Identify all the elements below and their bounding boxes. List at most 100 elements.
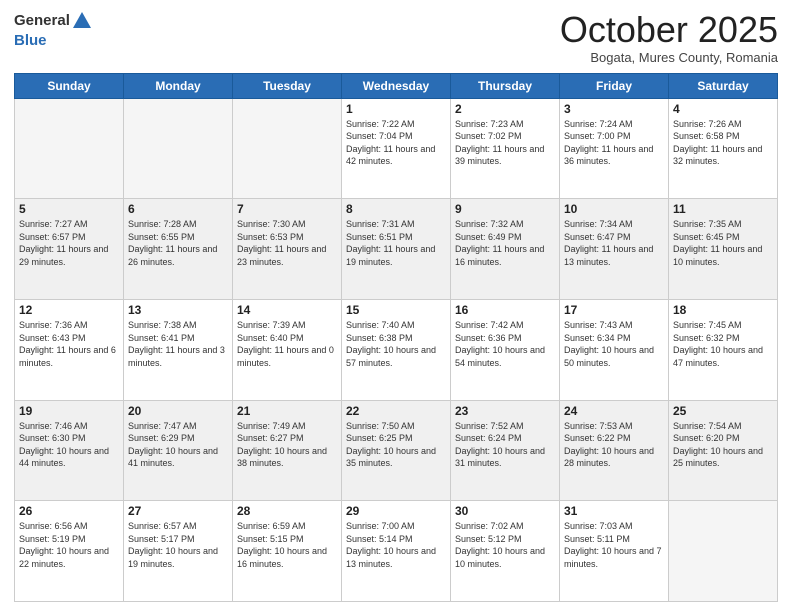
day-number: 10 (564, 202, 664, 216)
day-info: Sunrise: 7:46 AMSunset: 6:30 PMDaylight:… (19, 420, 119, 470)
day-number: 12 (19, 303, 119, 317)
calendar-cell: 28 Sunrise: 6:59 AMSunset: 5:15 PMDayligh… (233, 501, 342, 602)
day-info: Sunrise: 7:00 AMSunset: 5:14 PMDaylight:… (346, 520, 446, 570)
day-number: 21 (237, 404, 337, 418)
calendar-cell: 30 Sunrise: 7:02 AMSunset: 5:12 PMDayligh… (451, 501, 560, 602)
calendar-week-row: 26 Sunrise: 6:56 AMSunset: 5:19 PMDayligh… (15, 501, 778, 602)
calendar-cell: 29 Sunrise: 7:00 AMSunset: 5:14 PMDayligh… (342, 501, 451, 602)
month-title: October 2025 (560, 10, 778, 50)
day-number: 25 (673, 404, 773, 418)
header: General Blue October 2025 Bogata, Mures … (14, 10, 778, 65)
day-info: Sunrise: 7:31 AMSunset: 6:51 PMDaylight:… (346, 218, 446, 268)
weekday-header-row: SundayMondayTuesdayWednesdayThursdayFrid… (15, 73, 778, 98)
weekday-header: Saturday (669, 73, 778, 98)
day-info: Sunrise: 7:36 AMSunset: 6:43 PMDaylight:… (19, 319, 119, 369)
day-info: Sunrise: 7:50 AMSunset: 6:25 PMDaylight:… (346, 420, 446, 470)
day-number: 11 (673, 202, 773, 216)
day-number: 5 (19, 202, 119, 216)
day-number: 8 (346, 202, 446, 216)
day-info: Sunrise: 7:35 AMSunset: 6:45 PMDaylight:… (673, 218, 773, 268)
day-info: Sunrise: 7:02 AMSunset: 5:12 PMDaylight:… (455, 520, 555, 570)
weekday-header: Friday (560, 73, 669, 98)
weekday-header: Tuesday (233, 73, 342, 98)
calendar-week-row: 1 Sunrise: 7:22 AMSunset: 7:04 PMDaylight… (15, 98, 778, 199)
day-info: Sunrise: 7:03 AMSunset: 5:11 PMDaylight:… (564, 520, 664, 570)
day-number: 30 (455, 504, 555, 518)
calendar-cell: 25 Sunrise: 7:54 AMSunset: 6:20 PMDayligh… (669, 400, 778, 501)
day-info: Sunrise: 7:28 AMSunset: 6:55 PMDaylight:… (128, 218, 228, 268)
title-block: October 2025 Bogata, Mures County, Roman… (560, 10, 778, 65)
day-number: 16 (455, 303, 555, 317)
day-info: Sunrise: 7:30 AMSunset: 6:53 PMDaylight:… (237, 218, 337, 268)
day-number: 17 (564, 303, 664, 317)
calendar-cell: 8 Sunrise: 7:31 AMSunset: 6:51 PMDaylight… (342, 199, 451, 300)
logo-blue: Blue (14, 32, 47, 49)
calendar-cell: 21 Sunrise: 7:49 AMSunset: 6:27 PMDayligh… (233, 400, 342, 501)
calendar-cell: 7 Sunrise: 7:30 AMSunset: 6:53 PMDaylight… (233, 199, 342, 300)
calendar-cell (15, 98, 124, 199)
day-info: Sunrise: 7:22 AMSunset: 7:04 PMDaylight:… (346, 118, 446, 168)
day-number: 7 (237, 202, 337, 216)
calendar-cell: 20Sunrise: 7:47 AMSunset: 6:29 PMDayligh… (124, 400, 233, 501)
calendar-cell: 27Sunrise: 6:57 AMSunset: 5:17 PMDayligh… (124, 501, 233, 602)
day-info: Sunrise: 7:34 AMSunset: 6:47 PMDaylight:… (564, 218, 664, 268)
day-info: Sunrise: 7:54 AMSunset: 6:20 PMDaylight:… (673, 420, 773, 470)
day-number: 14 (237, 303, 337, 317)
day-info: Sunrise: 7:38 AMSunset: 6:41 PMDaylight:… (128, 319, 228, 369)
day-number: 31 (564, 504, 664, 518)
calendar-cell: 4Sunrise: 7:26 AMSunset: 6:58 PMDaylight… (669, 98, 778, 199)
calendar-cell: 24 Sunrise: 7:53 AMSunset: 6:22 PMDayligh… (560, 400, 669, 501)
calendar-cell: 2Sunrise: 7:23 AMSunset: 7:02 PMDaylight… (451, 98, 560, 199)
calendar-cell: 10 Sunrise: 7:34 AMSunset: 6:47 PMDayligh… (560, 199, 669, 300)
logo-icon (71, 10, 93, 32)
day-info: Sunrise: 7:53 AMSunset: 6:22 PMDaylight:… (564, 420, 664, 470)
day-number: 26 (19, 504, 119, 518)
day-info: Sunrise: 7:49 AMSunset: 6:27 PMDaylight:… (237, 420, 337, 470)
day-number: 23 (455, 404, 555, 418)
day-number: 1 (346, 102, 446, 116)
day-info: Sunrise: 6:57 AMSunset: 5:17 PMDaylight:… (128, 520, 228, 570)
day-number: 6 (128, 202, 228, 216)
day-number: 19 (19, 404, 119, 418)
day-number: 29 (346, 504, 446, 518)
calendar-cell: 1 Sunrise: 7:22 AMSunset: 7:04 PMDaylight… (342, 98, 451, 199)
day-info: Sunrise: 7:40 AMSunset: 6:38 PMDaylight:… (346, 319, 446, 369)
weekday-header: Thursday (451, 73, 560, 98)
calendar-cell: 15Sunrise: 7:40 AMSunset: 6:38 PMDayligh… (342, 299, 451, 400)
weekday-header: Wednesday (342, 73, 451, 98)
day-info: Sunrise: 7:52 AMSunset: 6:24 PMDaylight:… (455, 420, 555, 470)
calendar-cell: 13 Sunrise: 7:38 AMSunset: 6:41 PMDayligh… (124, 299, 233, 400)
logo: General Blue (14, 10, 94, 50)
day-number: 24 (564, 404, 664, 418)
calendar-cell: 22Sunrise: 7:50 AMSunset: 6:25 PMDayligh… (342, 400, 451, 501)
calendar-cell: 26 Sunrise: 6:56 AMSunset: 5:19 PMDayligh… (15, 501, 124, 602)
calendar-cell (124, 98, 233, 199)
day-number: 28 (237, 504, 337, 518)
calendar-cell: 19 Sunrise: 7:46 AMSunset: 6:30 PMDayligh… (15, 400, 124, 501)
day-info: Sunrise: 7:24 AMSunset: 7:00 PMDaylight:… (564, 118, 664, 168)
day-info: Sunrise: 7:39 AMSunset: 6:40 PMDaylight:… (237, 319, 337, 369)
day-info: Sunrise: 7:42 AMSunset: 6:36 PMDaylight:… (455, 319, 555, 369)
day-info: Sunrise: 7:23 AMSunset: 7:02 PMDaylight:… (455, 118, 555, 168)
calendar-cell: 6 Sunrise: 7:28 AMSunset: 6:55 PMDaylight… (124, 199, 233, 300)
calendar-cell: 31 Sunrise: 7:03 AMSunset: 5:11 PMDayligh… (560, 501, 669, 602)
day-info: Sunrise: 7:32 AMSunset: 6:49 PMDaylight:… (455, 218, 555, 268)
page: General Blue October 2025 Bogata, Mures … (0, 0, 792, 612)
day-info: Sunrise: 6:59 AMSunset: 5:15 PMDaylight:… (237, 520, 337, 570)
calendar-week-row: 5Sunrise: 7:27 AMSunset: 6:57 PMDaylight… (15, 199, 778, 300)
calendar-cell: 3 Sunrise: 7:24 AMSunset: 7:00 PMDaylight… (560, 98, 669, 199)
location: Bogata, Mures County, Romania (560, 50, 778, 65)
day-number: 3 (564, 102, 664, 116)
calendar-cell: 17Sunrise: 7:43 AMSunset: 6:34 PMDayligh… (560, 299, 669, 400)
calendar-cell: 9Sunrise: 7:32 AMSunset: 6:49 PMDaylight… (451, 199, 560, 300)
calendar-cell: 23 Sunrise: 7:52 AMSunset: 6:24 PMDayligh… (451, 400, 560, 501)
calendar-cell (669, 501, 778, 602)
day-number: 13 (128, 303, 228, 317)
logo-general: General (14, 12, 70, 29)
day-info: Sunrise: 6:56 AMSunset: 5:19 PMDaylight:… (19, 520, 119, 570)
logo-text: General Blue (14, 10, 94, 50)
day-info: Sunrise: 7:47 AMSunset: 6:29 PMDaylight:… (128, 420, 228, 470)
calendar-week-row: 12 Sunrise: 7:36 AMSunset: 6:43 PMDayligh… (15, 299, 778, 400)
day-number: 4 (673, 102, 773, 116)
weekday-header: Monday (124, 73, 233, 98)
